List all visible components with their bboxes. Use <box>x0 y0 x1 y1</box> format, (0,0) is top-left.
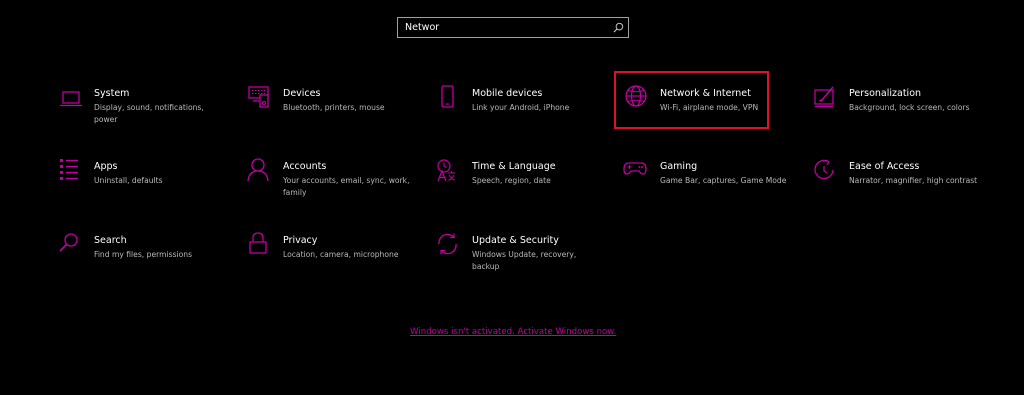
tile-title: Personalization <box>849 88 922 99</box>
gamepad-icon <box>623 162 647 175</box>
tile-title: Gaming <box>660 161 698 172</box>
tile-title: Privacy <box>283 235 318 246</box>
sync-icon <box>438 233 457 255</box>
tile-description: Windows Update, recovery, backup <box>472 250 577 271</box>
highlight-box <box>614 71 769 129</box>
tile-search[interactable]: Search Find my files, permissions <box>58 233 238 295</box>
tile-system[interactable]: System Display, sound, notifications, po… <box>58 86 238 148</box>
tile-title: System <box>94 88 130 99</box>
tile-title: Ease of Access <box>849 161 920 172</box>
tile-description: Narrator, magnifier, high contrast <box>849 176 978 185</box>
laptop-icon <box>60 91 82 107</box>
tile-title: Search <box>94 235 127 246</box>
tile-personalization[interactable]: Personalization Background, lock screen,… <box>813 86 993 148</box>
tile-accounts[interactable]: Accounts Your accounts, email, sync, wor… <box>247 158 427 221</box>
tile-privacy[interactable]: Privacy Location, camera, microphone <box>247 232 427 295</box>
tile-description: Your accounts, email, sync, work, family <box>283 176 410 197</box>
lock-icon <box>249 232 267 254</box>
tile-description: Link your Android, iPhone <box>472 103 570 112</box>
search-icon[interactable] <box>613 22 624 33</box>
tile-apps[interactable]: Apps Uninstall, defaults <box>58 159 238 221</box>
search-input[interactable] <box>398 18 605 37</box>
tile-mobile-devices[interactable]: Mobile devices Link your Android, iPhone <box>436 85 616 148</box>
tile-title: Update & Security <box>472 235 559 246</box>
tile-devices[interactable]: Devices Bluetooth, printers, mouse <box>247 86 427 148</box>
tile-description: Background, lock screen, colors <box>849 103 970 112</box>
tile-title: Apps <box>94 161 118 172</box>
tile-description: Bluetooth, printers, mouse <box>283 103 385 112</box>
tile-time-language[interactable]: Time & Language Speech, region, date <box>436 159 616 221</box>
tile-description: Find my files, permissions <box>94 250 193 259</box>
settings-search-box[interactable] <box>397 17 629 38</box>
tile-description: Speech, region, date <box>472 176 551 185</box>
tile-title: Accounts <box>283 161 327 172</box>
keyboard-devices-icon <box>248 86 269 108</box>
person-icon <box>247 158 269 182</box>
tile-title: Mobile devices <box>472 88 543 99</box>
tile-ease-of-access[interactable]: Ease of Access Narrator, magnifier, high… <box>813 159 993 221</box>
search-icon <box>59 233 78 252</box>
tile-description: Uninstall, defaults <box>94 176 163 185</box>
apps-list-icon <box>60 159 78 180</box>
ease-of-access-icon <box>814 159 834 180</box>
tile-description: Location, camera, microphone <box>283 250 399 259</box>
tile-title: Devices <box>283 88 321 99</box>
tile-gaming[interactable]: Gaming Game Bar, captures, Game Mode <box>623 159 804 221</box>
paint-icon <box>814 86 834 108</box>
phone-icon <box>441 85 454 108</box>
tile-description: Display, sound, notifications, power <box>94 103 204 124</box>
tile-title: Time & Language <box>472 161 556 172</box>
tile-description: Game Bar, captures, Game Mode <box>660 176 787 185</box>
activate-windows-link[interactable]: Windows isn't activated. Activate Window… <box>410 327 616 337</box>
tile-update-security[interactable]: Update & Security Windows Update, recove… <box>436 233 616 295</box>
time-language-icon <box>437 159 456 182</box>
